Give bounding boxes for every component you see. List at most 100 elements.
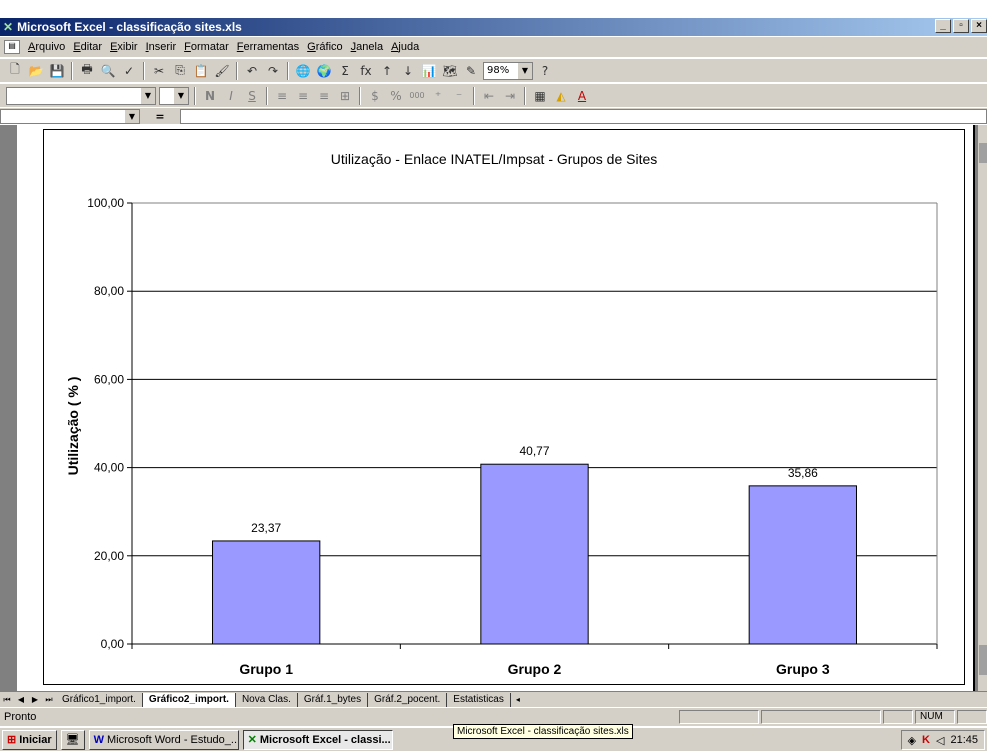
hyperlink-icon[interactable]: 🌐 — [294, 62, 312, 80]
tray-volume-icon[interactable]: ◁ — [936, 734, 944, 747]
chart-frame[interactable]: Utilização - Enlace INATEL/Impsat - Grup… — [43, 129, 965, 685]
currency-icon[interactable]: $ — [366, 87, 384, 105]
cut-icon[interactable]: ✂ — [150, 62, 168, 80]
chevron-down-icon: ▼ — [141, 87, 155, 104]
taskbar-item-word[interactable]: W Microsoft Word - Estudo_... — [88, 729, 239, 750]
menu-grafico[interactable]: Gráfico — [303, 41, 346, 53]
scroll-thumb[interactable] — [979, 143, 987, 163]
chart-sheet[interactable]: Utilização - Enlace INATEL/Impsat - Grup… — [17, 125, 975, 691]
vertical-scrollbar[interactable] — [978, 125, 987, 691]
taskbar-item-excel[interactable]: ✕ Microsoft Excel - classi... — [242, 729, 393, 750]
spelling-icon[interactable]: ✓ — [120, 62, 138, 80]
font-color-icon[interactable]: A — [573, 87, 591, 105]
sheet-tab[interactable]: Estatisticas — [447, 692, 511, 707]
font-size-select[interactable]: ▼ — [159, 86, 189, 105]
document-icon[interactable]: ▤ — [4, 40, 20, 54]
first-sheet-icon[interactable]: ⏮ — [0, 693, 14, 707]
autosum-icon[interactable]: Σ — [336, 62, 354, 80]
copy-icon[interactable]: ⎘ — [171, 62, 189, 80]
drawing-icon[interactable]: ✎ — [462, 62, 480, 80]
next-sheet-icon[interactable]: ▶ — [28, 693, 42, 707]
toolbar-separator — [71, 61, 73, 80]
fill-color-icon[interactable]: ◭ — [552, 87, 570, 105]
menu-exibir[interactable]: Exibir — [106, 41, 142, 53]
print-icon[interactable]: 🖶 — [78, 62, 96, 80]
last-sheet-icon[interactable]: ⏭ — [42, 693, 56, 707]
y-tick-label: 0,00 — [101, 637, 125, 651]
percent-button[interactable]: % — [387, 87, 405, 105]
num-lock-indicator: NUM — [915, 710, 955, 724]
menu-bar: ▤ Arquivo Editar Exibir Inserir Formatar… — [0, 37, 987, 57]
chart-wizard-icon[interactable]: 📊 — [420, 62, 438, 80]
map-icon[interactable]: 🗺 — [441, 62, 459, 80]
formula-bar: ▼ = — [0, 108, 987, 124]
merge-center-icon[interactable]: ⊞ — [336, 87, 354, 105]
sheet-tab[interactable]: Gráfico1_import. — [56, 692, 143, 707]
sheet-tab[interactable]: Nova Clas. — [235, 692, 298, 707]
italic-button[interactable]: I — [222, 87, 240, 105]
quicklaunch-desktop-icon[interactable]: 🖥 — [60, 729, 85, 750]
sheet-tab-active[interactable]: Gráfico2_import. — [142, 692, 236, 707]
increase-indent-icon[interactable]: ⇥ — [501, 87, 519, 105]
menu-arquivo[interactable]: Arquivo — [24, 41, 69, 53]
decrease-decimal-icon[interactable]: ⁻ — [450, 87, 468, 105]
y-axis-ticks: 0,00 20,00 40,00 60,00 80,00 100,00 — [87, 196, 132, 651]
start-label: Iniciar — [19, 733, 52, 746]
name-box[interactable]: ▼ — [0, 108, 140, 124]
menu-ajuda[interactable]: Ajuda — [387, 41, 423, 53]
bar-chart[interactable]: Utilização - Enlace INATEL/Impsat - Grup… — [44, 130, 966, 686]
status-cell — [883, 710, 913, 724]
toolbar-separator — [143, 61, 145, 80]
format-painter-icon[interactable]: 🖌 — [213, 62, 231, 80]
menu-inserir[interactable]: Inserir — [142, 41, 181, 53]
open-icon[interactable]: 📂 — [27, 62, 45, 80]
help-icon[interactable]: ? — [536, 62, 554, 80]
bold-button[interactable]: N — [201, 87, 219, 105]
new-icon[interactable]: 🗋 — [6, 62, 24, 80]
menu-formatar[interactable]: Formatar — [180, 41, 233, 53]
chart-title[interactable]: Utilização - Enlace INATEL/Impsat - Grup… — [331, 151, 658, 167]
tray-network-icon[interactable]: ◈ — [908, 734, 916, 747]
thousands-button[interactable]: 000 — [408, 87, 426, 105]
chevron-down-icon: ▼ — [518, 62, 532, 79]
clock[interactable]: 21:45 — [950, 734, 978, 746]
start-button[interactable]: ⊞ Iniciar — [2, 729, 57, 750]
menu-ferramentas[interactable]: Ferramentas — [233, 41, 303, 53]
y-axis-label[interactable]: Utilização ( % ) — [65, 377, 81, 476]
formatting-toolbar: ▼ ▼ N I S ≡ ≡ ≡ ⊞ $ % 000 ⁺ ⁻ ⇤ ⇥ ▦ ◭ A — [0, 83, 987, 107]
print-preview-icon[interactable]: 🔍 — [99, 62, 117, 80]
paste-icon[interactable]: 📋 — [192, 62, 210, 80]
y-tick-label: 80,00 — [94, 284, 124, 298]
save-icon[interactable]: 💾 — [48, 62, 66, 80]
minimize-button[interactable]: _ — [935, 19, 951, 33]
sort-desc-icon[interactable]: ↓ — [399, 62, 417, 80]
decrease-indent-icon[interactable]: ⇤ — [480, 87, 498, 105]
undo-icon[interactable]: ↶ — [243, 62, 261, 80]
sheet-tab[interactable]: Gráf.1_bytes — [297, 692, 369, 707]
web-icon[interactable]: 🌍 — [315, 62, 333, 80]
tab-scroll-icon[interactable]: ◂ — [511, 693, 525, 707]
align-left-icon[interactable]: ≡ — [273, 87, 291, 105]
close-button[interactable]: × — [971, 19, 987, 33]
sort-asc-icon[interactable]: ↑ — [378, 62, 396, 80]
x-category-label: Grupo 3 — [776, 661, 830, 677]
align-right-icon[interactable]: ≡ — [315, 87, 333, 105]
borders-icon[interactable]: ▦ — [531, 87, 549, 105]
underline-button[interactable]: S — [243, 87, 261, 105]
menu-janela[interactable]: Janela — [347, 41, 387, 53]
function-icon[interactable]: fx — [357, 62, 375, 80]
tray-antivirus-icon[interactable]: K — [922, 734, 930, 746]
font-name-select[interactable]: ▼ — [6, 86, 156, 105]
restore-button[interactable]: ▫ — [953, 19, 969, 33]
scroll-thumb-lower[interactable] — [979, 645, 987, 675]
window-title: Microsoft Excel - classificação sites.xl… — [17, 20, 242, 34]
zoom-select[interactable]: 98% ▼ — [483, 61, 533, 80]
redo-icon[interactable]: ↷ — [264, 62, 282, 80]
sheet-tab[interactable]: Gráf.2_pocent. — [368, 692, 448, 707]
formula-input[interactable] — [180, 108, 987, 124]
increase-decimal-icon[interactable]: ⁺ — [429, 87, 447, 105]
align-center-icon[interactable]: ≡ — [294, 87, 312, 105]
prev-sheet-icon[interactable]: ◀ — [14, 693, 28, 707]
menu-editar[interactable]: Editar — [69, 41, 106, 53]
chart-workspace: Utilização - Enlace INATEL/Impsat - Grup… — [0, 125, 987, 691]
